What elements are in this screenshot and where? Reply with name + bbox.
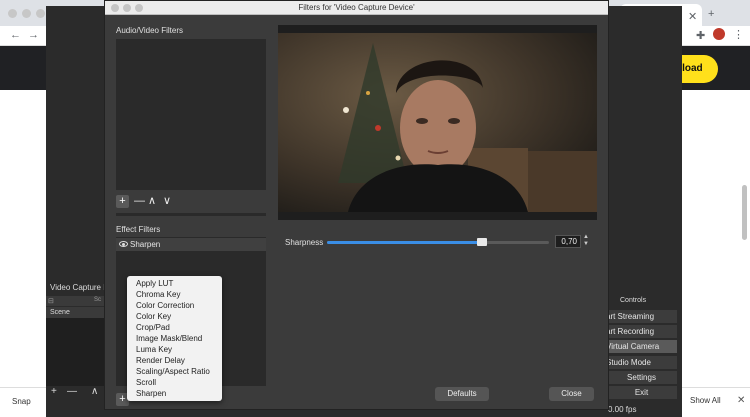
close-dot[interactable]	[8, 9, 17, 18]
virtual-camera-button[interactable]: Virtual Camera	[606, 340, 677, 353]
menu-item-render-delay[interactable]: Render Delay	[136, 356, 185, 365]
panel-divider	[116, 213, 266, 216]
scene-header-label: Sc	[94, 297, 102, 303]
defaults-button[interactable]: Defaults	[435, 387, 489, 401]
start-streaming-button[interactable]: art Streaming	[606, 310, 677, 323]
menu-item-color-key[interactable]: Color Key	[136, 312, 171, 321]
download-bar-close-icon[interactable]: ✕	[737, 395, 745, 406]
menu-item-scroll[interactable]: Scroll	[136, 378, 156, 387]
av-remove-button[interactable]: —	[134, 195, 145, 208]
menu-item-sharpen[interactable]: Sharpen	[136, 389, 166, 398]
sharpness-spin-arrows-icon[interactable]: ▲ ▼	[582, 234, 590, 249]
scene-list[interactable]	[46, 318, 104, 386]
settings-button[interactable]: Settings	[606, 371, 677, 384]
av-down-button[interactable]: ∨	[163, 195, 171, 208]
back-icon[interactable]: ←	[10, 29, 21, 41]
scene-panel-title: Video Capture D	[50, 283, 109, 292]
extensions-icon[interactable]: ✚	[696, 29, 705, 42]
av-filters-list[interactable]	[116, 39, 266, 190]
effect-filters-label: Effect Filters	[116, 225, 161, 234]
sharpness-value-field[interactable]: 0,70	[555, 235, 581, 248]
av-add-button[interactable]: +	[116, 195, 129, 208]
menu-item-crop-pad[interactable]: Crop/Pad	[136, 323, 170, 332]
download-item[interactable]: Snap	[12, 397, 31, 406]
visibility-eye-icon[interactable]	[119, 241, 128, 247]
profile-avatar[interactable]	[713, 28, 725, 40]
menu-item-image-mask-blend[interactable]: Image Mask/Blend	[136, 334, 202, 343]
scene-toolbar: + — ∧	[46, 386, 104, 400]
scene-remove-button[interactable]: —	[67, 386, 77, 397]
scene-up-button[interactable]: ∧	[91, 386, 98, 397]
scene-lock-icon: ⊟	[48, 298, 54, 305]
av-up-button[interactable]: ∧	[148, 195, 156, 208]
forward-icon[interactable]: →	[28, 29, 39, 41]
tab-close-icon[interactable]: ✕	[688, 10, 697, 23]
sharpness-label: Sharpness	[285, 238, 324, 247]
menu-item-chroma-key[interactable]: Chroma Key	[136, 290, 180, 299]
sharpness-slider[interactable]	[327, 238, 549, 246]
zoom-dot[interactable]	[36, 9, 45, 18]
show-all-button[interactable]: Show All	[690, 396, 721, 405]
scrollbar[interactable]	[742, 185, 747, 240]
menu-item-color-correction[interactable]: Color Correction	[136, 301, 194, 310]
menu-icon[interactable]: ⋮	[733, 28, 744, 41]
camera-preview-image	[278, 33, 597, 212]
start-recording-button[interactable]: art Recording	[606, 325, 677, 338]
close-button[interactable]: Close	[549, 387, 594, 401]
scene-header: ⊟ Sc	[46, 296, 106, 306]
av-filters-label: Audio/Video Filters	[116, 26, 183, 35]
effect-item-sharpen[interactable]: Sharpen	[116, 238, 266, 251]
new-tab-icon[interactable]: +	[708, 8, 714, 20]
dialog-title: Filters for 'Video Capture Device'	[298, 3, 415, 12]
scene-add-button[interactable]: +	[51, 386, 57, 397]
menu-item-luma-key[interactable]: Luma Key	[136, 345, 172, 354]
minimize-dot[interactable]	[22, 9, 31, 18]
studio-mode-button[interactable]: Studio Mode	[606, 356, 677, 369]
fps-readout: 0.00 fps	[608, 405, 637, 414]
sharpness-slider-thumb[interactable]	[477, 238, 488, 246]
scene-item[interactable]: Scene	[46, 307, 106, 318]
menu-item-apply-lut[interactable]: Apply LUT	[136, 279, 173, 288]
exit-button[interactable]: Exit	[606, 386, 677, 399]
menu-item-scaling-aspect-ratio[interactable]: Scaling/Aspect Ratio	[136, 367, 210, 376]
sharpness-slider-fill	[327, 241, 483, 244]
dialog-titlebar: Filters for 'Video Capture Device'	[105, 1, 608, 15]
controls-title: Controls	[620, 297, 647, 304]
